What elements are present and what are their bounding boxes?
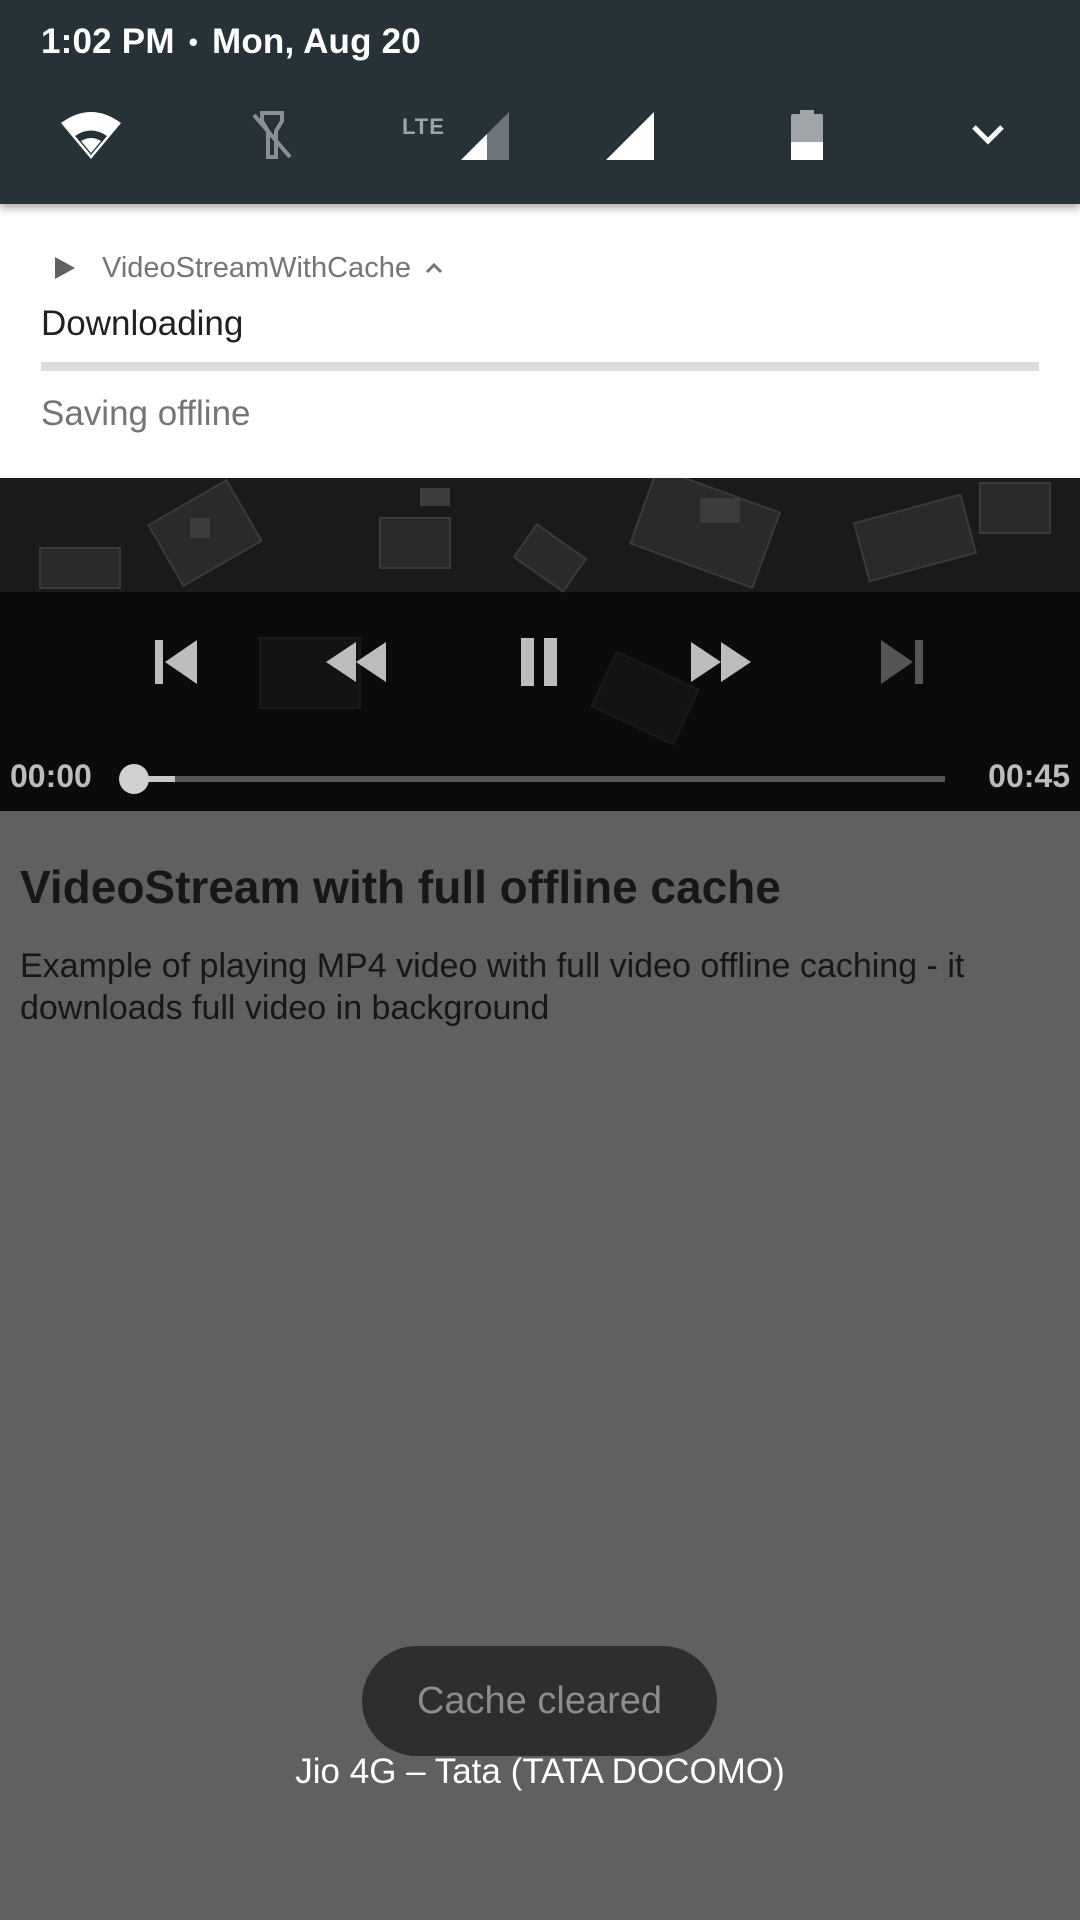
notification-shade: 1:02 PM • Mon, Aug 20 LTE bbox=[0, 0, 1080, 204]
page-title: VideoStream with full offline cache bbox=[20, 861, 781, 913]
status-time: 1:02 PM bbox=[41, 22, 175, 61]
play-icon bbox=[55, 257, 75, 279]
pause-icon[interactable] bbox=[503, 626, 575, 698]
previous-icon[interactable] bbox=[141, 626, 213, 698]
status-date: Mon, Aug 20 bbox=[212, 22, 421, 61]
next-icon[interactable] bbox=[865, 626, 937, 698]
notification-subtitle: Saving offline bbox=[41, 394, 251, 433]
notification-progress-bar bbox=[41, 362, 1039, 371]
battery-icon[interactable] bbox=[772, 100, 842, 170]
status-datetime: 1:02 PM • Mon, Aug 20 bbox=[41, 22, 421, 62]
quick-settings-row: LTE bbox=[0, 100, 1080, 170]
lte-label: LTE bbox=[402, 114, 445, 139]
fast-forward-icon[interactable] bbox=[685, 626, 757, 698]
current-time: 00:00 bbox=[10, 758, 92, 794]
toast: Cache cleared bbox=[362, 1646, 717, 1756]
page-description: Example of playing MP4 video with full v… bbox=[20, 947, 965, 1027]
notification-title: Downloading bbox=[41, 304, 244, 343]
lte-signal-icon[interactable] bbox=[450, 100, 520, 170]
notification-header: VideoStreamWithCache bbox=[52, 248, 443, 288]
toast-message: Cache cleared bbox=[416, 1679, 663, 1722]
wifi-icon[interactable] bbox=[56, 100, 126, 170]
flashlight-off-icon[interactable] bbox=[237, 100, 307, 170]
video-player[interactable]: 00:00 00:45 bbox=[0, 478, 1080, 811]
download-notification[interactable]: VideoStreamWithCache Downloading Saving … bbox=[0, 204, 1080, 478]
chevron-up-icon[interactable] bbox=[425, 262, 443, 274]
chevron-down-icon[interactable] bbox=[953, 100, 1023, 170]
seek-thumb[interactable] bbox=[119, 764, 149, 794]
seek-bar[interactable] bbox=[134, 776, 945, 782]
notification-app-name: VideoStreamWithCache bbox=[102, 251, 411, 284]
duration-time: 00:45 bbox=[988, 758, 1070, 794]
status-separator: • bbox=[188, 26, 198, 57]
rewind-icon[interactable] bbox=[320, 626, 392, 698]
signal-icon[interactable] bbox=[595, 100, 665, 170]
carrier-label: Jio 4G – Tata (TATA DOCOMO) bbox=[295, 1752, 785, 1791]
